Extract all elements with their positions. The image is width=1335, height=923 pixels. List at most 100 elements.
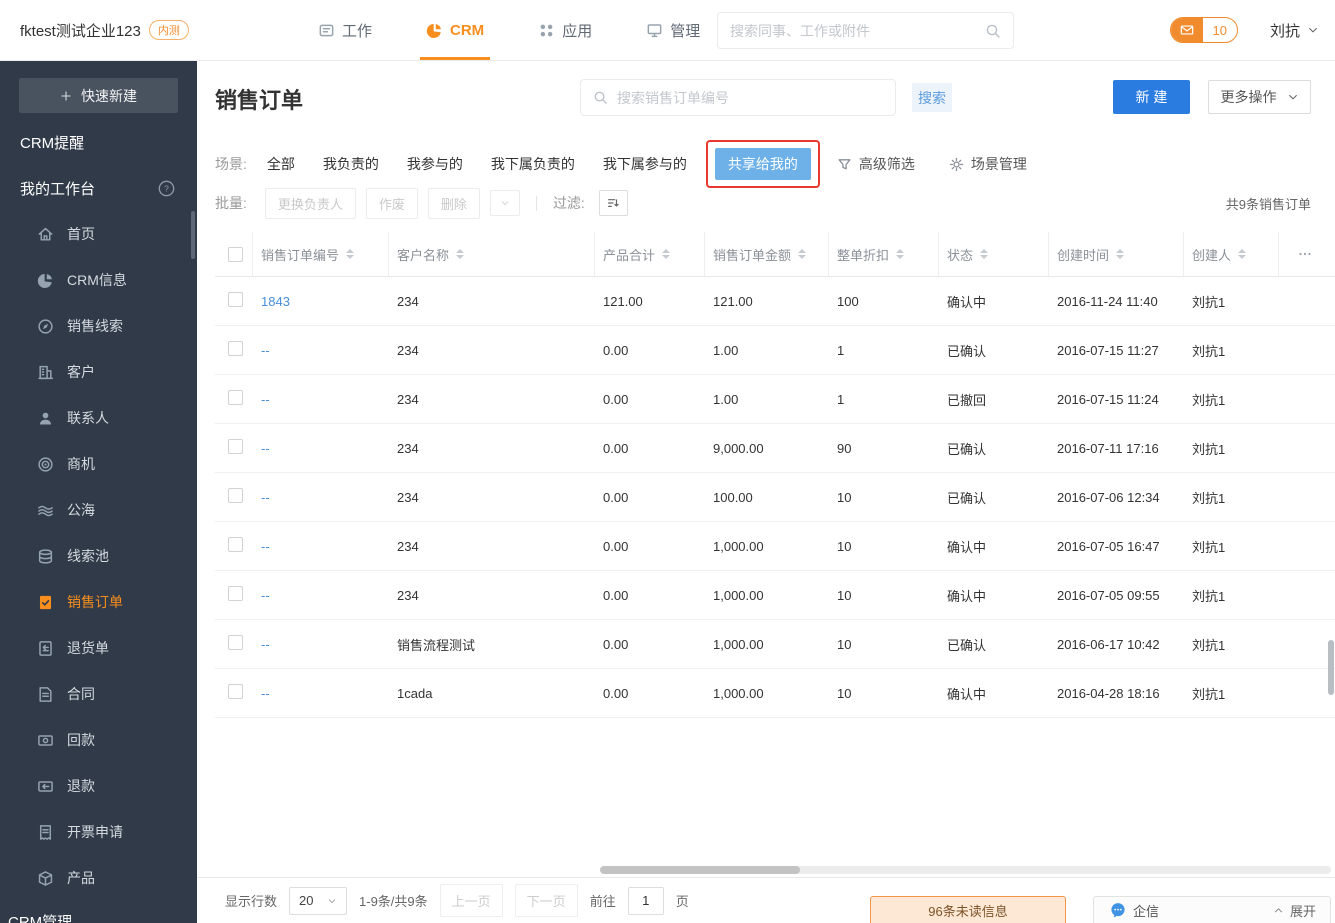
row-checkbox[interactable] <box>228 390 243 405</box>
sort-icon[interactable] <box>896 249 905 259</box>
row-checkbox[interactable] <box>228 341 243 356</box>
table-row[interactable]: -- 234 0.00 1,000.00 10 确认中 2016-07-05 16:47 刘抗… <box>215 522 1335 571</box>
scene-tab[interactable]: 我负责的 <box>323 154 379 174</box>
global-search-input[interactable] <box>730 22 977 39</box>
sidebar-item[interactable]: 商机 <box>0 441 197 487</box>
next-page-button[interactable]: 下一页 <box>514 884 578 917</box>
column-header[interactable]: 销售订单金额 <box>705 231 829 277</box>
search-button[interactable]: 搜索 <box>912 83 952 112</box>
sidebar-item[interactable]: 销售订单 <box>0 579 197 625</box>
select-all-checkbox[interactable] <box>228 246 243 262</box>
cell-order_no[interactable]: -- <box>253 392 389 407</box>
row-checkbox[interactable] <box>228 537 243 552</box>
sidebar-item[interactable]: 首页 <box>0 211 197 257</box>
sidebar-section-crm-reminder[interactable]: CRM提醒 <box>0 119 197 165</box>
batch-action-button[interactable]: 更换负责人 <box>264 187 356 219</box>
scene-tab[interactable]: 我下属参与的 <box>603 154 687 174</box>
sort-icon[interactable] <box>1116 249 1125 259</box>
user-menu[interactable]: 刘抗 <box>1270 0 1319 60</box>
column-header[interactable]: 创建人 <box>1184 231 1279 277</box>
topbar-nav-item[interactable]: 工作 <box>318 0 372 60</box>
row-checkbox[interactable] <box>228 635 243 650</box>
table-row[interactable]: -- 234 0.00 1.00 1 已确认 2016-07-15 11:27 刘抗1 <box>215 326 1335 375</box>
order-search-input[interactable] <box>617 89 883 106</box>
batch-action-button[interactable]: 作废 <box>365 187 418 219</box>
sidebar-item[interactable]: 公海 <box>0 487 197 533</box>
column-header[interactable]: 创建时间 <box>1049 231 1184 277</box>
page-number-input[interactable] <box>627 886 664 915</box>
table-row[interactable]: -- 234 0.00 100.00 10 已确认 2016-07-06 12:34 刘抗1 <box>215 473 1335 522</box>
sort-icon[interactable] <box>456 249 465 259</box>
sort-icon[interactable] <box>1238 249 1247 259</box>
column-header[interactable]: 状态 <box>939 231 1049 277</box>
table-row[interactable]: -- 234 0.00 1.00 1 已撤回 2016-07-15 11:24 刘抗1 <box>215 375 1335 424</box>
column-settings-icon[interactable] <box>1297 246 1313 262</box>
im-button[interactable]: 企信 <box>1094 901 1159 920</box>
new-order-button[interactable]: 新 建 <box>1113 80 1190 114</box>
cell-order_no[interactable]: -- <box>253 539 389 554</box>
sidebar-section-crm-manage[interactable]: CRM管理 <box>0 901 197 923</box>
table-row[interactable]: -- 1cada 0.00 1,000.00 10 确认中 2016-04-28 18:16… <box>215 669 1335 718</box>
cell-order_no[interactable]: -- <box>253 490 389 505</box>
vertical-scrollbar-thumb[interactable] <box>1328 640 1334 695</box>
batch-more-button[interactable] <box>489 190 520 216</box>
column-header[interactable]: 销售订单编号 <box>253 231 389 277</box>
help-icon[interactable]: ? <box>158 180 175 197</box>
expand-button[interactable]: 展开 <box>1273 901 1330 920</box>
row-checkbox[interactable] <box>228 684 243 699</box>
cell-order_no[interactable]: -- <box>253 441 389 456</box>
sidebar-item[interactable]: 产品 <box>0 855 197 901</box>
scene-tab[interactable]: 我下属负责的 <box>491 154 575 174</box>
topbar-nav-item[interactable]: 管理 <box>646 0 700 60</box>
row-checkbox[interactable] <box>228 586 243 601</box>
topbar-nav-item[interactable]: 应用 <box>538 0 592 60</box>
row-checkbox[interactable] <box>228 439 243 454</box>
table-row[interactable]: -- 234 0.00 9,000.00 90 已确认 2016-07-11 17:16 刘抗… <box>215 424 1335 473</box>
filter-button[interactable] <box>598 190 628 216</box>
column-header[interactable]: 产品合计 <box>595 231 705 277</box>
sidebar-item[interactable]: 退款 <box>0 763 197 809</box>
search-icon[interactable] <box>985 23 1001 39</box>
cell-order_no[interactable]: -- <box>253 588 389 603</box>
cell-order_no[interactable]: -- <box>253 637 389 652</box>
batch-action-button[interactable]: 删除 <box>427 187 480 219</box>
sort-icon[interactable] <box>980 249 989 259</box>
prev-page-button[interactable]: 上一页 <box>439 884 503 917</box>
cell-order_no[interactable]: 1843 <box>253 294 389 309</box>
sidebar-item[interactable]: 退货单 <box>0 625 197 671</box>
sort-icon[interactable] <box>346 249 355 259</box>
table-row[interactable]: 1843 234 121.00 121.00 100 确认中 2016-11-24 11:4… <box>215 277 1335 326</box>
sidebar-item[interactable]: 开票申请 <box>0 809 197 855</box>
cell-order_no[interactable]: -- <box>253 686 389 701</box>
sidebar-item[interactable]: 合同 <box>0 671 197 717</box>
scene-manage-button[interactable]: 场景管理 <box>949 154 1027 174</box>
page-size-select[interactable]: 20 <box>289 886 348 915</box>
sidebar-item[interactable]: 联系人 <box>0 395 197 441</box>
advanced-filter-button[interactable]: 高级筛选 <box>837 154 915 174</box>
sidebar-item[interactable]: 客户 <box>0 349 197 395</box>
table-row[interactable]: -- 234 0.00 1,000.00 10 确认中 2016-07-05 09:55 刘抗… <box>215 571 1335 620</box>
sidebar-item[interactable]: CRM信息 <box>0 257 197 303</box>
quick-create-button[interactable]: 快速新建 <box>19 78 178 113</box>
column-header[interactable]: 客户名称 <box>389 231 595 277</box>
sidebar-item[interactable]: 回款 <box>0 717 197 763</box>
horizontal-scrollbar[interactable] <box>600 866 1331 874</box>
sidebar-section-workbench[interactable]: 我的工作台 ? <box>0 165 197 211</box>
scene-tab[interactable]: 我参与的 <box>407 154 463 174</box>
sidebar-item[interactable]: 销售线索 <box>0 303 197 349</box>
row-checkbox[interactable] <box>228 488 243 503</box>
message-badge[interactable]: 10 <box>1169 17 1238 43</box>
column-header[interactable]: 整单折扣 <box>829 231 939 277</box>
topbar-nav-item[interactable]: CRM <box>419 0 491 60</box>
horizontal-scrollbar-thumb[interactable] <box>600 866 800 874</box>
unread-messages-button[interactable]: 96条未读信息 <box>870 896 1066 923</box>
more-actions-button[interactable]: 更多操作 <box>1208 80 1311 114</box>
scene-tab[interactable]: 共享给我的 <box>705 140 820 188</box>
row-checkbox[interactable] <box>228 292 243 307</box>
cell-order_no[interactable]: -- <box>253 343 389 358</box>
sidebar-scrollbar[interactable] <box>191 211 195 259</box>
sidebar-item[interactable]: 线索池 <box>0 533 197 579</box>
table-row[interactable]: -- 销售流程测试 0.00 1,000.00 10 已确认 2016-06-17 10:4… <box>215 620 1335 669</box>
scene-tab[interactable]: 全部 <box>267 154 295 174</box>
sort-icon[interactable] <box>798 249 807 259</box>
